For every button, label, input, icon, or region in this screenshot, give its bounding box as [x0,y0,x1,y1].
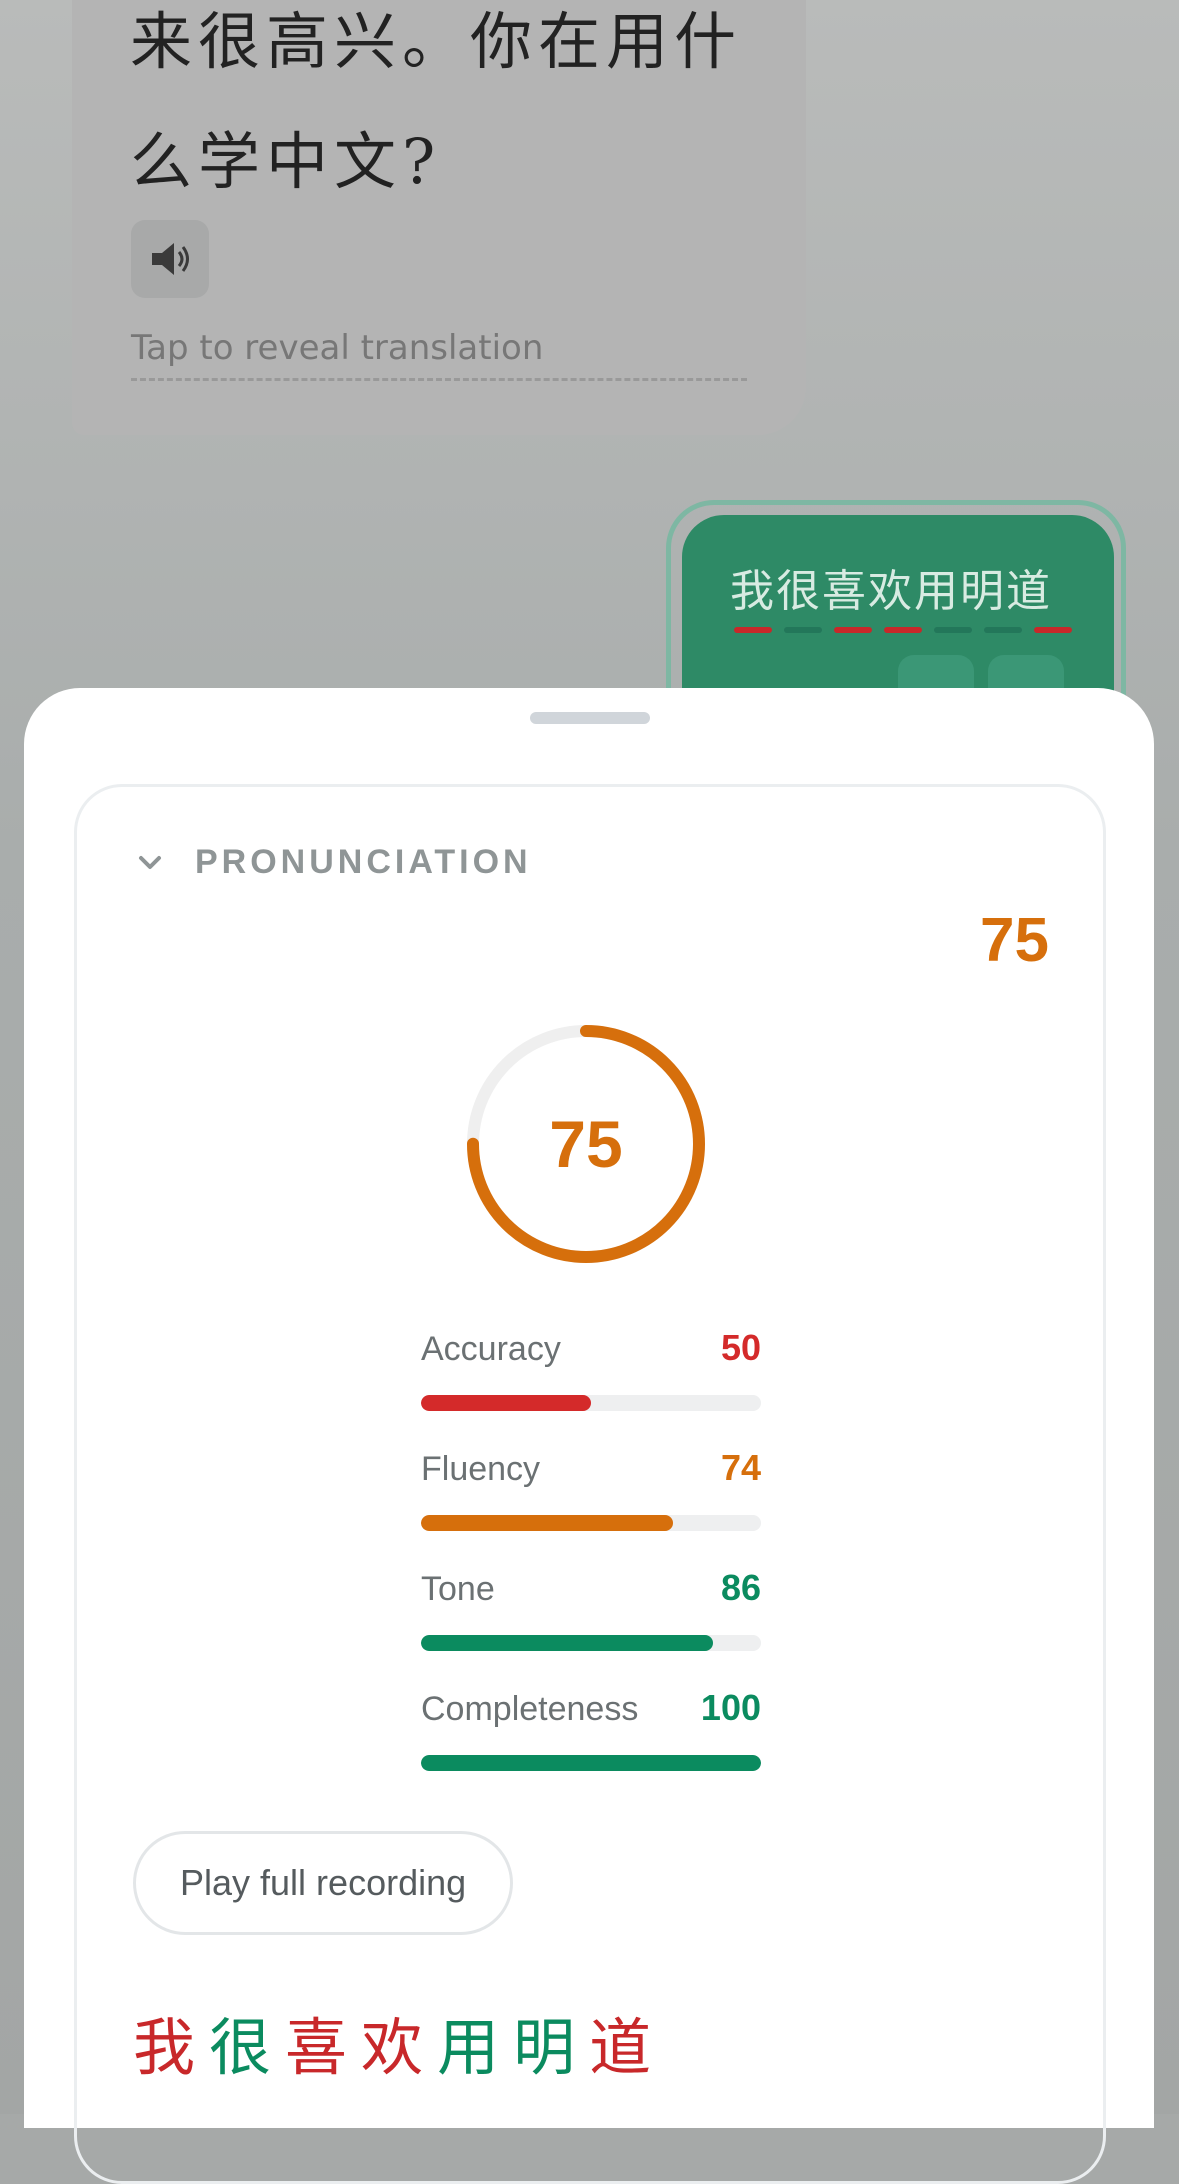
metric-label: Fluency [421,1450,541,1488]
pronunciation-sheet: PRONUNCIATION 75 75 Accuracy 50 Fluency … [24,688,1154,2184]
char-indicator-4 [934,627,972,633]
bot-message-text: 来很高兴。你在用什么学中文? [130,5,743,198]
char-indicator-3 [884,627,922,633]
metric-bar-track [421,1515,761,1531]
user-message-text: 我很喜欢用明道 [730,566,1052,617]
sheet-drag-handle[interactable] [530,712,650,724]
score-ring: 75 [461,1019,711,1269]
character-5[interactable]: 明 [513,1997,575,2087]
pronunciation-header[interactable]: PRONUNCIATION [135,843,532,882]
metric-accuracy: Accuracy 50 [421,1327,761,1411]
metric-fluency: Fluency 74 [421,1447,761,1531]
character-4[interactable]: 用 [437,1997,499,2087]
metric-value: 100 [700,1687,761,1728]
metric-label: Accuracy [421,1330,561,1368]
metric-bar-track [421,1755,761,1771]
character-3[interactable]: 欢 [361,1997,423,2087]
metric-label: Tone [421,1570,495,1608]
metric-completeness: Completeness 100 [421,1687,761,1771]
char-indicator-0 [734,627,772,633]
metric-value: 86 [720,1567,761,1608]
character-2[interactable]: 喜 [285,1997,347,2087]
character-breakdown: 我很喜欢用明道 [133,1997,651,2087]
user-char-indicators [734,627,1072,633]
character-6[interactable]: 道 [589,1997,651,2087]
speaker-icon [152,243,189,275]
metric-bar-track [421,1635,761,1651]
pronunciation-card: PRONUNCIATION 75 75 Accuracy 50 Fluency … [74,784,1106,2184]
char-indicator-1 [784,627,822,633]
metric-label: Completeness [421,1690,639,1728]
metric-value: 50 [720,1327,761,1368]
bot-audio-button[interactable] [131,220,209,298]
metric-bar-track [421,1395,761,1411]
character-0[interactable]: 我 [133,1997,195,2087]
char-indicator-5 [984,627,1022,633]
metric-bar-fill [421,1515,673,1531]
reveal-translation-link[interactable]: Tap to reveal translation [131,328,747,381]
metric-bar-fill [421,1395,591,1411]
metric-bar-fill [421,1635,714,1651]
chevron-down-icon [139,855,161,869]
char-indicator-2 [834,627,872,633]
ring-score-value: 75 [549,1107,623,1181]
overall-score: 75 [980,906,1049,975]
metric-value: 74 [720,1447,761,1488]
section-title: PRONUNCIATION [195,843,532,881]
play-full-recording-button[interactable]: Play full recording [133,1831,514,1935]
char-indicator-6 [1034,627,1072,633]
character-1[interactable]: 很 [209,1997,271,2087]
metric-bar-fill [421,1755,761,1771]
metric-tone: Tone 86 [421,1567,761,1651]
